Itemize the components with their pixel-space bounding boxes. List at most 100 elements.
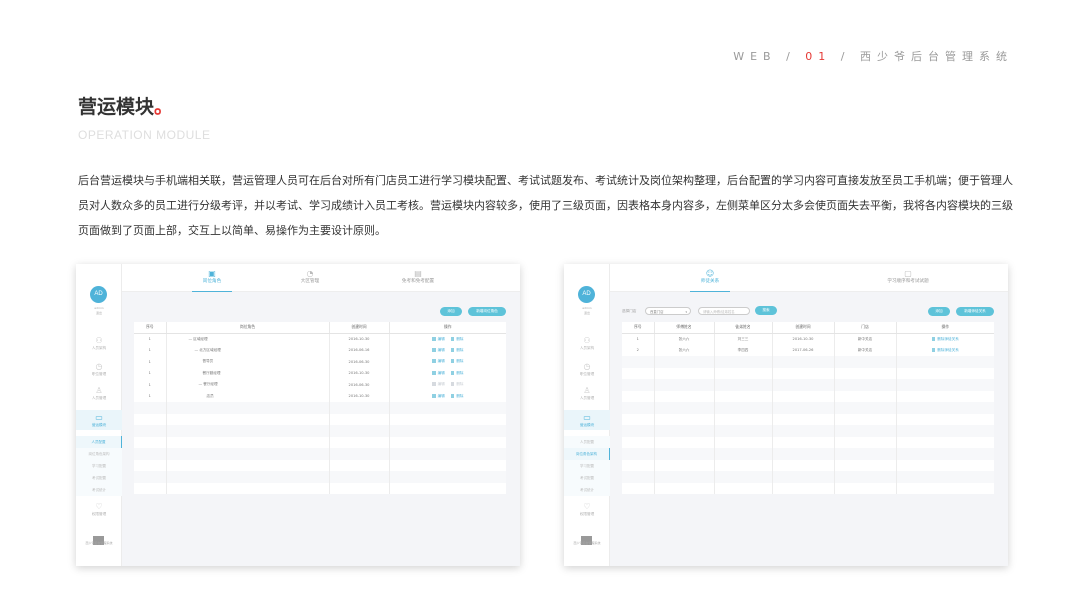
search-button[interactable]: 搜索 bbox=[755, 306, 777, 315]
content-area: 选择门店 西直门店 ▾ 请输入师傅/徒弟姓名 搜索 添加 新增师徒关系 序号 师傅… bbox=[610, 292, 1008, 566]
delete-link[interactable]: 删除 bbox=[450, 393, 464, 398]
table-row: 1 — 北方区域经理 2016-06-16 编辑 删除 bbox=[134, 344, 506, 356]
sidebar-item-staff[interactable]: ♙ 人员管理 bbox=[564, 386, 610, 401]
tab-label: 师徒关系 bbox=[700, 279, 720, 284]
empty-row bbox=[134, 471, 506, 483]
tab-bar: ▣ 岗位角色 ◔ 大区管理 ▤ 免考和免考配置 bbox=[122, 264, 520, 292]
store-select[interactable]: 西直门店 ▾ bbox=[645, 307, 691, 315]
sidebar-sub-exam-stats[interactable]: 考试统计 bbox=[564, 484, 610, 496]
sidebar-item-positions[interactable]: ◷ 职位管理 bbox=[76, 362, 122, 377]
delete-label: 删除师徒关系 bbox=[937, 336, 959, 341]
tab-roles[interactable]: ▣ 岗位角色 bbox=[192, 264, 232, 292]
table-header-row: 序号 岗位角色 创建时间 操作 bbox=[134, 322, 506, 334]
clock-icon: ◷ bbox=[583, 362, 591, 371]
col-header: 岗位角色 bbox=[166, 322, 330, 334]
right-screenshot-panel: AD admin 退出 ⚇ 人员架构 ◷ 职位管理 ♙ 人员管理 ▭ 营运模块 人员配置… bbox=[564, 264, 1008, 566]
row-role: 店员 bbox=[166, 390, 330, 402]
row-id: 2 bbox=[622, 344, 655, 356]
sidebar-sub-study-config[interactable]: 学习配置 bbox=[76, 460, 122, 472]
delete-link-disabled[interactable]: 删除 bbox=[450, 382, 464, 387]
sidebar-sub-role-structure[interactable]: 岗位角色架构 bbox=[564, 448, 610, 460]
sidebar: AD admin 退出 ⚇ 人员架构 ◷ 职位管理 ♙ 人员管理 ▭ 营运模块 人员配置… bbox=[76, 264, 122, 566]
table-row: 2 张六六 李四四 2017-06-26 新中关店 删除师徒关系 bbox=[622, 344, 994, 357]
sidebar-item-structure[interactable]: ⚇ 人员架构 bbox=[564, 336, 610, 351]
network-icon: ⚇ bbox=[95, 336, 103, 345]
tab-regions[interactable]: ◔ 大区管理 bbox=[290, 264, 330, 292]
add-button[interactable]: 添加 bbox=[928, 307, 950, 316]
edit-link[interactable]: 编辑 bbox=[431, 336, 445, 341]
edit-label: 编辑 bbox=[437, 347, 445, 352]
edit-link[interactable]: 编辑 bbox=[431, 347, 445, 352]
col-header: 操作 bbox=[896, 322, 994, 334]
edit-link[interactable]: 编辑 bbox=[431, 359, 445, 364]
sidebar-item-operations[interactable]: ▭ 营运模块 bbox=[564, 410, 610, 430]
row-apprentice: 刘三三 bbox=[714, 333, 773, 345]
edit-label: 编辑 bbox=[437, 382, 445, 387]
clock-icon: ◷ bbox=[95, 362, 103, 371]
edit-link[interactable]: 编辑 bbox=[431, 370, 445, 375]
delete-mentorship-link[interactable]: 删除师徒关系 bbox=[931, 347, 959, 352]
logout-link[interactable]: 退出 bbox=[76, 311, 122, 315]
row-ops: 删除师徒关系 bbox=[896, 345, 994, 357]
row-master: 张六六 bbox=[654, 344, 715, 356]
delete-link[interactable]: 删除 bbox=[450, 336, 464, 341]
sidebar-item-staff[interactable]: ♙ 人员管理 bbox=[76, 386, 122, 401]
monitor-icon: ▭ bbox=[583, 413, 591, 422]
add-mentorship-button[interactable]: 新增师徒关系 bbox=[956, 307, 994, 316]
row-apprentice: 李四四 bbox=[714, 344, 773, 356]
edit-icon bbox=[431, 382, 436, 387]
logout-link[interactable]: 退出 bbox=[564, 311, 610, 315]
sidebar-sub-exam-config[interactable]: 考试配置 bbox=[76, 472, 122, 484]
empty-row bbox=[622, 471, 994, 483]
sidebar-sub-exam-stats[interactable]: 考试统计 bbox=[76, 484, 122, 496]
sidebar-item-operations[interactable]: ▭ 营运模块 bbox=[76, 410, 122, 430]
empty-row bbox=[622, 379, 994, 391]
sidebar-footer: 西少爷后台管理系统 bbox=[573, 541, 601, 545]
empty-row bbox=[134, 482, 506, 494]
delete-link[interactable]: 删除 bbox=[450, 347, 464, 352]
delete-label: 删除 bbox=[456, 336, 464, 341]
sidebar-sub-study-config[interactable]: 学习配置 bbox=[564, 460, 610, 472]
edit-link[interactable]: 编辑 bbox=[431, 393, 445, 398]
store-select-value: 西直门店 bbox=[650, 310, 664, 314]
tab-study-order[interactable]: ▢ 学习顺序和考试试题 bbox=[878, 264, 938, 292]
table-row: 1 督导员 2016-06-30 编辑 删除 bbox=[134, 356, 506, 368]
sidebar-sub-exam-config[interactable]: 考试配置 bbox=[564, 472, 610, 484]
delete-link[interactable]: 删除 bbox=[450, 359, 464, 364]
empty-row bbox=[622, 482, 994, 494]
sidebar-item-permissions[interactable]: ♡ 权限管理 bbox=[76, 502, 122, 517]
tab-exemption[interactable]: ▤ 免考和免考配置 bbox=[392, 264, 444, 292]
add-button[interactable]: 添加 bbox=[440, 307, 462, 316]
trash-icon bbox=[931, 347, 936, 352]
edit-icon bbox=[431, 336, 436, 341]
empty-row bbox=[622, 425, 994, 437]
sidebar-sub-staff-config[interactable]: 人员配置 bbox=[564, 436, 610, 448]
delete-mentorship-link[interactable]: 删除师徒关系 bbox=[931, 336, 959, 341]
row-date: 2016-10-30 bbox=[329, 367, 390, 379]
sidebar-item-positions[interactable]: ◷ 职位管理 bbox=[564, 362, 610, 377]
user-icon: ♙ bbox=[583, 386, 591, 395]
sidebar-sub-staff-config[interactable]: 人员配置 bbox=[76, 436, 122, 448]
trash-icon bbox=[450, 382, 455, 387]
monitor-icon: ▭ bbox=[95, 413, 103, 422]
delete-link[interactable]: 删除 bbox=[450, 370, 464, 375]
row-ops: 编辑 删除 bbox=[389, 356, 506, 368]
sidebar-sub-role-structure[interactable]: 岗位角色架构 bbox=[76, 448, 122, 460]
row-store: 新中关店 bbox=[834, 333, 897, 345]
edit-label: 编辑 bbox=[437, 370, 445, 375]
trash-icon bbox=[450, 393, 455, 398]
sidebar-item-label: 权限管理 bbox=[579, 512, 595, 516]
search-input[interactable]: 请输入师傅/徒弟姓名 bbox=[698, 307, 750, 315]
empty-row bbox=[622, 402, 994, 414]
sidebar-footer: 西少爷后台管理系统 bbox=[85, 541, 113, 545]
row-id: 1 bbox=[134, 333, 167, 345]
trash-icon bbox=[450, 336, 455, 341]
tab-mentorship[interactable]: ☺ 师徒关系 bbox=[690, 264, 730, 292]
edit-link-disabled[interactable]: 编辑 bbox=[431, 382, 445, 387]
add-role-button[interactable]: 新增岗位角色 bbox=[468, 307, 506, 316]
avatar[interactable]: AD bbox=[578, 286, 595, 303]
edit-icon bbox=[431, 393, 436, 398]
avatar[interactable]: AD bbox=[90, 286, 107, 303]
sidebar-item-structure[interactable]: ⚇ 人员架构 bbox=[76, 336, 122, 351]
sidebar-item-permissions[interactable]: ♡ 权限管理 bbox=[564, 502, 610, 517]
